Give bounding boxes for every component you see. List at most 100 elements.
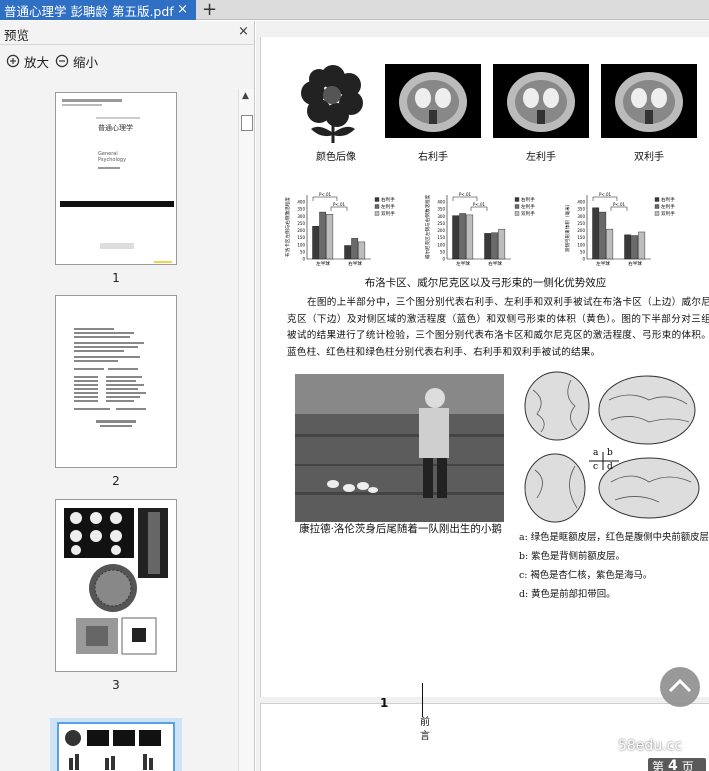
tab-close-icon[interactable]: × xyxy=(177,2,188,17)
chart-x-tick-label: 左半球 xyxy=(456,260,470,267)
chart-annotation: P<.01 xyxy=(459,192,472,197)
panel-label-c: c xyxy=(593,462,599,472)
tab-title: 普通心理学 彭聃龄 第五版.pdf xyxy=(4,3,174,19)
sidebar-header: 预览 × xyxy=(0,21,255,45)
zoom-in-label: 放大 xyxy=(24,54,50,70)
chart-x-tick-label: 右半球 xyxy=(628,260,642,267)
lorenz-photo xyxy=(295,374,504,522)
chart-bar xyxy=(599,211,607,260)
chart-annotation: P<.01 xyxy=(473,202,486,207)
chart-y-tick-label: 100 xyxy=(437,242,445,247)
chart-y-tick-label: 300 xyxy=(577,214,585,219)
sidebar-close-icon[interactable]: × xyxy=(238,24,249,39)
chart-wernicke: 威尔尼克区左侧与右侧激活程度 0 50 100 150 200 250 300 350 400 左半… xyxy=(425,192,535,267)
scrollbar-thumb[interactable] xyxy=(241,115,253,131)
chart-bar xyxy=(631,235,639,260)
pdf-page-next xyxy=(260,703,709,771)
chart-y-tick-label: 350 xyxy=(577,207,585,212)
chart-y-tick-label: 300 xyxy=(297,214,305,219)
thumb-figures xyxy=(64,508,168,655)
scroll-up-arrow-icon[interactable]: ▲ xyxy=(242,91,249,101)
chart-significance-bracket xyxy=(592,196,618,201)
thumb-yellow-mark xyxy=(154,261,172,263)
chart-y-tick-label: 150 xyxy=(437,235,445,240)
chart-y-tick-label: 350 xyxy=(297,207,305,212)
page-number-2: 2 xyxy=(112,474,120,488)
panel-label-a: a xyxy=(593,448,599,458)
chart-legend-label: 右利手 xyxy=(661,196,675,203)
legend-item-a: a: 绿色是眶额皮层，红色是腹侧中央前额皮层 xyxy=(519,532,709,543)
chart-bar xyxy=(624,234,632,260)
thumbnail-page-3[interactable] xyxy=(55,499,177,672)
footer-divider xyxy=(422,683,423,717)
chart-legend-swatch xyxy=(654,211,660,216)
thumbnail-page-1[interactable]: 普通心理学 General Psychology xyxy=(55,92,177,265)
new-tab-button[interactable]: + xyxy=(202,0,217,20)
chart-significance-bracket xyxy=(312,196,338,201)
watermark: 58edu.cc xyxy=(618,738,683,754)
chart-y-tick-label: 200 xyxy=(297,228,305,233)
chart-legend-label: 双利手 xyxy=(521,210,535,217)
thumb-header-line xyxy=(62,99,122,102)
legend-item-c: c: 褐色是杏仁核，紫色是海马。 xyxy=(519,570,653,581)
chart-y-tick-label: 100 xyxy=(577,242,585,247)
thumbnail-page-4[interactable] xyxy=(57,722,175,771)
chart-legend-swatch xyxy=(374,204,380,209)
chart-y-tick-label: 0 xyxy=(582,257,585,262)
chart-y-axis-label: 布洛卡区左侧与右侧激活程度 xyxy=(285,197,291,257)
brain-scan-ambidextrous xyxy=(601,64,697,138)
chart-y-tick-label: 0 xyxy=(302,257,305,262)
chart-legend-swatch xyxy=(374,211,380,216)
chart-legend-swatch xyxy=(514,197,520,202)
chart-y-tick-label: 350 xyxy=(437,207,445,212)
thumb-copyright-text xyxy=(74,328,146,427)
document-view[interactable]: 颜色后像 右利手 左利手 双利手 布洛卡区左侧与右侧激活程度 0 50 100 150 2… xyxy=(256,21,709,771)
chart-bar xyxy=(351,238,359,260)
chart-bar xyxy=(491,232,499,260)
chart-legend-swatch xyxy=(374,197,380,202)
chart-legend-swatch xyxy=(654,197,660,202)
chart-bar xyxy=(326,214,334,260)
caption-ambidextrous: 双利手 xyxy=(634,152,664,163)
chart-y-tick-label: 400 xyxy=(297,200,305,205)
chart-annotation: P<.01 xyxy=(319,192,332,197)
chart-legend-label: 双利手 xyxy=(661,210,675,217)
zoom-out-button[interactable]: 缩小 xyxy=(55,52,98,70)
chart-bar xyxy=(638,231,646,260)
sidebar-scrollbar[interactable]: ▲ xyxy=(238,89,254,771)
panel-label-d: d xyxy=(607,462,613,472)
chart-y-tick-label: 250 xyxy=(437,221,445,226)
chart-significance-bracket xyxy=(470,206,488,211)
chart-legend-label: 左利手 xyxy=(521,203,535,210)
chart-arcuate: 双侧弓形束体积（毫米） 0 50 100 150 200 250 300 350 400 左半球 右半… xyxy=(565,192,675,267)
chart-legend-label: 左利手 xyxy=(661,203,675,210)
pdf-viewer: 普通心理学 彭聃龄 第五版.pdf × + 预览 × 放大 缩小 普通心理学 G… xyxy=(0,0,709,771)
brain-regions-figure: a b c d xyxy=(519,370,709,524)
chart-bar xyxy=(592,207,600,260)
back-to-top-button[interactable] xyxy=(660,667,700,707)
chart-legend-label: 右利手 xyxy=(381,196,395,203)
thumb-author-line xyxy=(98,167,120,169)
thumb-cover-en-2: Psychology xyxy=(98,157,127,163)
footer-page-number: 1 xyxy=(380,696,389,710)
chart-y-tick-label: 50 xyxy=(300,249,306,254)
chart-legend-swatch xyxy=(514,204,520,209)
zoom-in-button[interactable]: 放大 xyxy=(6,52,49,70)
chart-y-tick-label: 200 xyxy=(577,228,585,233)
figure-description: 在图的上半部分中，三个图分别代表右利手、左利手和双利手被试在布洛卡区（上边）威尔… xyxy=(287,297,709,358)
thumb-cover-title: 普通心理学 xyxy=(98,124,133,132)
chart-bar xyxy=(498,228,506,260)
chart-bar xyxy=(459,213,467,260)
brain-legend: a: 绿色是眶额皮层，红色是腹侧中央前额皮层 b: 紫色是背侧前额皮层。 c: … xyxy=(519,528,709,604)
chart-y-axis-label: 威尔尼克区左侧与右侧激活程度 xyxy=(425,194,431,259)
chart-x-tick-label: 左半球 xyxy=(596,260,610,267)
chart-y-tick-label: 200 xyxy=(437,228,445,233)
thumb-black-band xyxy=(60,201,174,207)
tab-document[interactable]: 普通心理学 彭聃龄 第五版.pdf × xyxy=(0,0,196,20)
caption-left-handed: 左利手 xyxy=(526,152,556,163)
thumb-page-4-content xyxy=(65,730,161,770)
thumbnail-page-2[interactable] xyxy=(55,295,177,468)
chart-y-tick-label: 100 xyxy=(297,242,305,247)
chart-y-tick-label: 150 xyxy=(577,235,585,240)
pdf-page: 颜色后像 右利手 左利手 双利手 布洛卡区左侧与右侧激活程度 0 50 100 150 2… xyxy=(260,37,709,697)
